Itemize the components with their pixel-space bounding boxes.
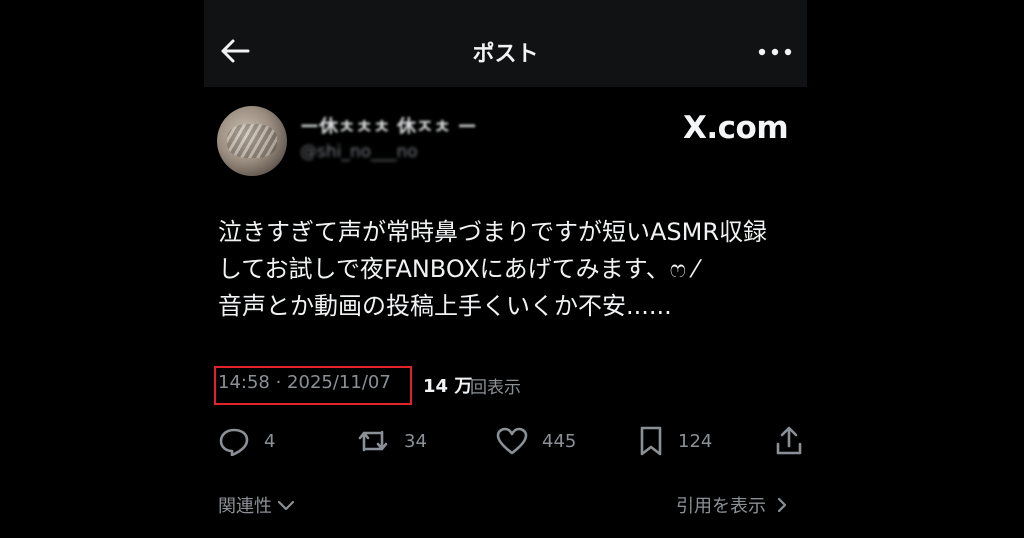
like-count: 445 [542,430,577,452]
repost-count: 34 [404,430,427,452]
post-text-line: 泣きすぎて声が常時鼻づまりですが短いASMR収録 [218,218,768,246]
action-bar: 4 34 445 124 [218,424,808,458]
author-name[interactable]: ー休ㅊㅊㅊ 休ㅈㅊ ー [300,112,580,134]
share-button[interactable] [774,424,804,458]
bookmark-button[interactable]: 124 [638,424,712,458]
view-quotes-label: 引用を表示 [676,496,766,517]
view-count-label: 回表示 [470,378,521,398]
chevron-down-icon [277,500,295,511]
view-quotes-link[interactable]: 引用を表示 [676,492,790,518]
sort-related-label: 関連性 [218,496,272,517]
more-options-button[interactable] [757,38,793,66]
bookmark-icon [640,426,662,456]
share-icon [776,426,802,455]
like-button[interactable]: 445 [496,424,576,458]
avatar[interactable] [217,106,287,176]
reply-icon [219,428,249,456]
sort-related-button[interactable]: 関連性 [218,492,296,518]
timestamp-highlight-box [214,366,412,405]
repost-icon [358,430,388,452]
view-count: 14 万 [423,376,473,397]
reply-button[interactable]: 4 [218,424,275,458]
page-title: ポスト [472,42,539,67]
post-text-line: 音声とか動画の投稿上手くいくか不安...... [218,292,672,320]
author-handle: @shi_no___no [300,142,418,162]
bookmark-count: 124 [678,430,713,452]
repost-button[interactable]: 34 [356,424,427,458]
brand-watermark: X.com [683,110,789,146]
chevron-right-icon [777,497,787,513]
more-icon [758,48,792,56]
post-text-line: してお試しで夜FANBOXにあげてみます、ෆ ⁄ [218,255,698,283]
post-text: 泣きすぎて声が常時鼻づまりですが短いASMR収録 してお試しで夜FANBOXにあ… [218,214,818,325]
reply-count: 4 [264,430,276,452]
heart-icon [496,427,528,455]
